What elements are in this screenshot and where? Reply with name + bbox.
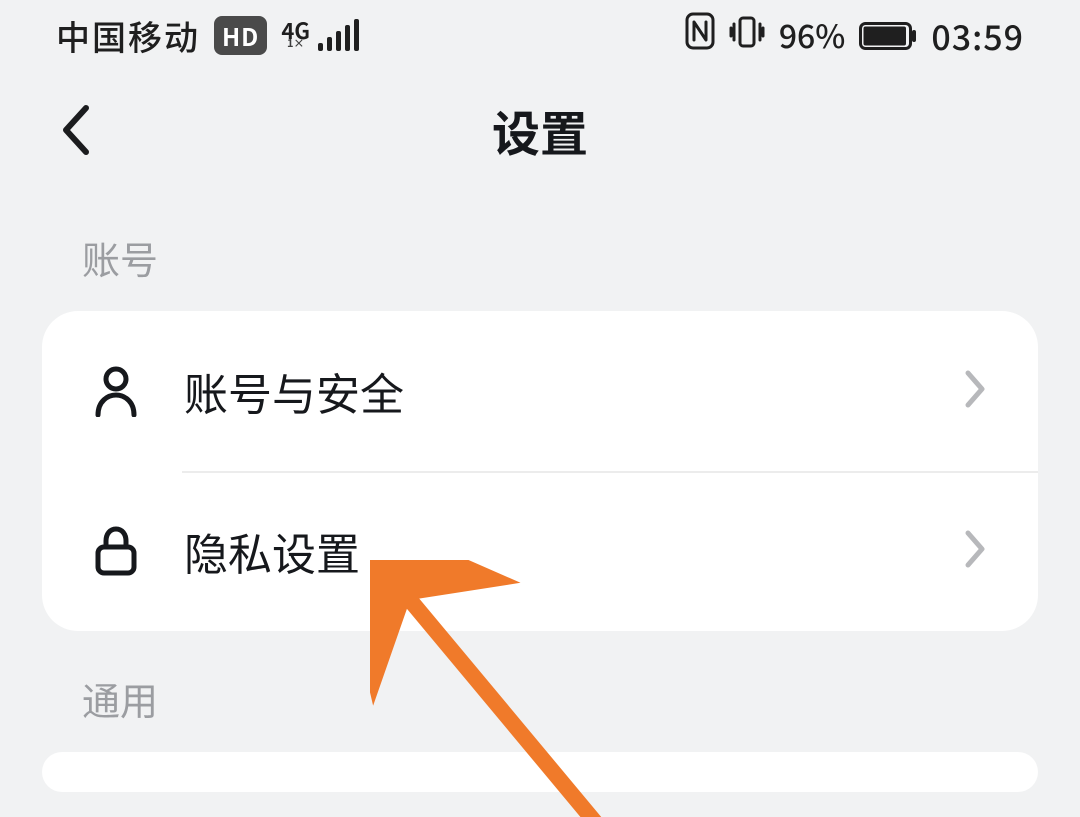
user-icon: [88, 363, 144, 419]
battery-percent: 96%: [779, 12, 846, 58]
row-privacy-settings[interactable]: 隐私设置: [42, 471, 1038, 631]
nfc-icon: [685, 11, 715, 60]
card-general: [42, 752, 1038, 792]
clock: 03:59: [931, 11, 1024, 60]
status-bar-left: 中国移动 HD 4G 1×: [56, 11, 359, 60]
section-header-account: 账号: [42, 190, 1038, 311]
network-type-badge: 4G 1×: [281, 22, 310, 48]
section-header-general: 通用: [42, 631, 1038, 752]
row-account-security[interactable]: 账号与安全: [42, 311, 1038, 471]
vibrate-icon: [729, 11, 765, 60]
status-bar-right: 96% 03:59: [685, 11, 1024, 60]
chevron-right-icon: [964, 529, 992, 573]
lock-icon: [88, 523, 144, 579]
status-bar: 中国移动 HD 4G 1× 96%: [0, 0, 1080, 70]
row-label-privacy-settings: 隐私设置: [184, 519, 964, 583]
carrier-label: 中国移动: [56, 11, 200, 60]
row-label-account-security: 账号与安全: [184, 359, 964, 423]
signal-strength-icon: [318, 19, 359, 51]
hd-badge: HD: [214, 16, 267, 55]
network-type-bottom: 1×: [287, 39, 305, 48]
title-bar: 设置: [0, 70, 1080, 190]
chevron-right-icon: [964, 369, 992, 413]
battery-icon: [859, 11, 917, 60]
chevron-left-icon: [58, 102, 94, 158]
page-title: 设置: [492, 95, 588, 165]
card-account: 账号与安全 隐私设置: [42, 311, 1038, 631]
back-button[interactable]: [44, 98, 108, 162]
section-account: 账号 账号与安全 隐私设置: [0, 190, 1080, 631]
section-general: 通用: [0, 631, 1080, 792]
